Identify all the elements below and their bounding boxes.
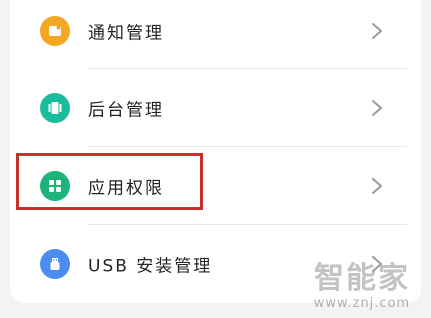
watermark-url: www.znj.com [313, 296, 411, 311]
usb-icon [40, 249, 70, 279]
settings-item-background[interactable]: 后台管理 [10, 69, 421, 147]
chevron-right-icon [369, 177, 385, 195]
settings-item-label: USB 安装管理 [88, 256, 213, 277]
settings-item-label: 通知管理 [88, 23, 164, 44]
highlight-box [16, 153, 203, 210]
watermark: 智能家 www.znj.com [303, 262, 421, 312]
settings-item-label: 后台管理 [88, 100, 164, 121]
chevron-right-icon [369, 99, 385, 117]
settings-card: 通知管理 后台管理 应用权限 USB 安装管理 [10, 0, 421, 303]
notification-icon [40, 16, 70, 46]
settings-item-notification[interactable]: 通知管理 [10, 0, 421, 70]
background-app-icon [40, 93, 70, 123]
chevron-right-icon [369, 22, 385, 40]
watermark-title: 智能家 [314, 261, 410, 296]
